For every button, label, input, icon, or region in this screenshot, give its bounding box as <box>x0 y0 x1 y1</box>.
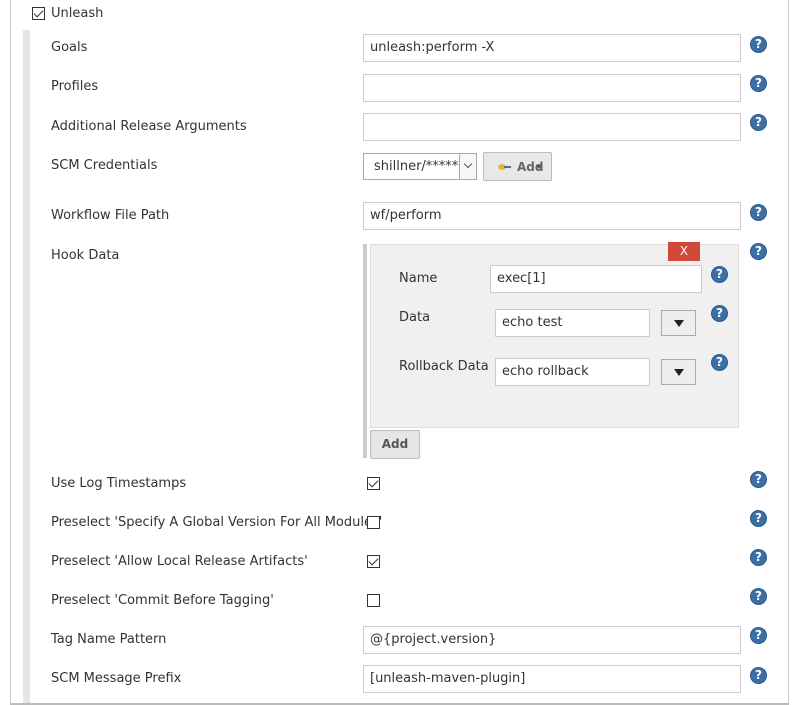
local-artifacts-label: Preselect 'Allow Local Release Artifacts… <box>51 554 308 569</box>
help-icon[interactable] <box>750 471 767 488</box>
hook-data-field-label: Data <box>399 310 431 325</box>
goals-label: Goals <box>51 40 88 55</box>
additional-args-input[interactable] <box>363 113 741 141</box>
key-icon <box>498 164 511 170</box>
goals-input[interactable]: unleash:perform -X <box>363 34 741 62</box>
unleash-enable-checkbox[interactable] <box>32 7 45 20</box>
frame-left-border <box>10 0 11 705</box>
workflow-path-input[interactable]: wf/perform <box>363 202 741 230</box>
help-icon[interactable] <box>750 510 767 527</box>
caret-down-icon <box>536 165 542 169</box>
help-icon[interactable] <box>711 354 728 371</box>
frame-right-border <box>788 0 789 705</box>
add-hook-button[interactable]: Add <box>370 430 420 459</box>
help-icon[interactable] <box>750 243 767 260</box>
help-icon[interactable] <box>750 667 767 684</box>
global-version-label: Preselect 'Specify A Global Version For … <box>51 515 383 530</box>
scm-credentials-select[interactable]: shillner/****** <box>363 153 477 180</box>
tag-pattern-input[interactable]: @{project.version} <box>363 626 741 654</box>
help-icon[interactable] <box>750 36 767 53</box>
log-timestamps-label: Use Log Timestamps <box>51 476 187 491</box>
scm-credentials-label: SCM Credentials <box>51 158 158 173</box>
hook-name-label: Name <box>399 271 438 286</box>
help-icon[interactable] <box>750 588 767 605</box>
workflow-path-label: Workflow File Path <box>51 208 170 223</box>
help-icon[interactable] <box>711 266 728 283</box>
section-indent-bar <box>23 30 30 703</box>
chevron-down-icon[interactable] <box>661 359 696 385</box>
profiles-input[interactable] <box>363 74 741 102</box>
help-icon[interactable] <box>711 305 728 322</box>
scm-prefix-input[interactable]: [unleash-maven-plugin] <box>363 665 741 693</box>
hook-data-label: Hook Data <box>51 248 120 263</box>
unleash-section-header: Unleash <box>32 6 103 21</box>
help-icon[interactable] <box>750 75 767 92</box>
chevron-down-icon[interactable] <box>459 154 476 179</box>
scm-credentials-value: shillner/****** <box>374 159 465 174</box>
scm-prefix-label: SCM Message Prefix <box>51 671 182 686</box>
chevron-down-icon[interactable] <box>661 310 696 336</box>
help-icon[interactable] <box>750 627 767 644</box>
unleash-section-title: Unleash <box>51 6 104 21</box>
hook-data-indent-bar <box>363 244 367 458</box>
global-version-checkbox[interactable] <box>367 516 380 529</box>
profiles-label: Profiles <box>51 79 99 94</box>
help-icon[interactable] <box>750 114 767 131</box>
tag-pattern-label: Tag Name Pattern <box>51 632 167 647</box>
add-credentials-button[interactable]: Add <box>483 152 552 181</box>
log-timestamps-checkbox[interactable] <box>367 477 380 490</box>
hook-rollback-label: Rollback Data <box>399 359 489 374</box>
help-icon[interactable] <box>750 549 767 566</box>
delete-hook-button[interactable]: X <box>668 242 700 261</box>
hook-data-input[interactable]: echo test <box>495 309 650 337</box>
help-icon[interactable] <box>750 204 767 221</box>
additional-args-label: Additional Release Arguments <box>51 119 247 134</box>
hook-name-input[interactable]: exec[1] <box>490 265 702 293</box>
commit-before-tagging-checkbox[interactable] <box>367 594 380 607</box>
commit-before-tagging-label: Preselect 'Commit Before Tagging' <box>51 593 274 608</box>
local-artifacts-checkbox[interactable] <box>367 555 380 568</box>
hook-rollback-input[interactable]: echo rollback <box>495 358 650 386</box>
